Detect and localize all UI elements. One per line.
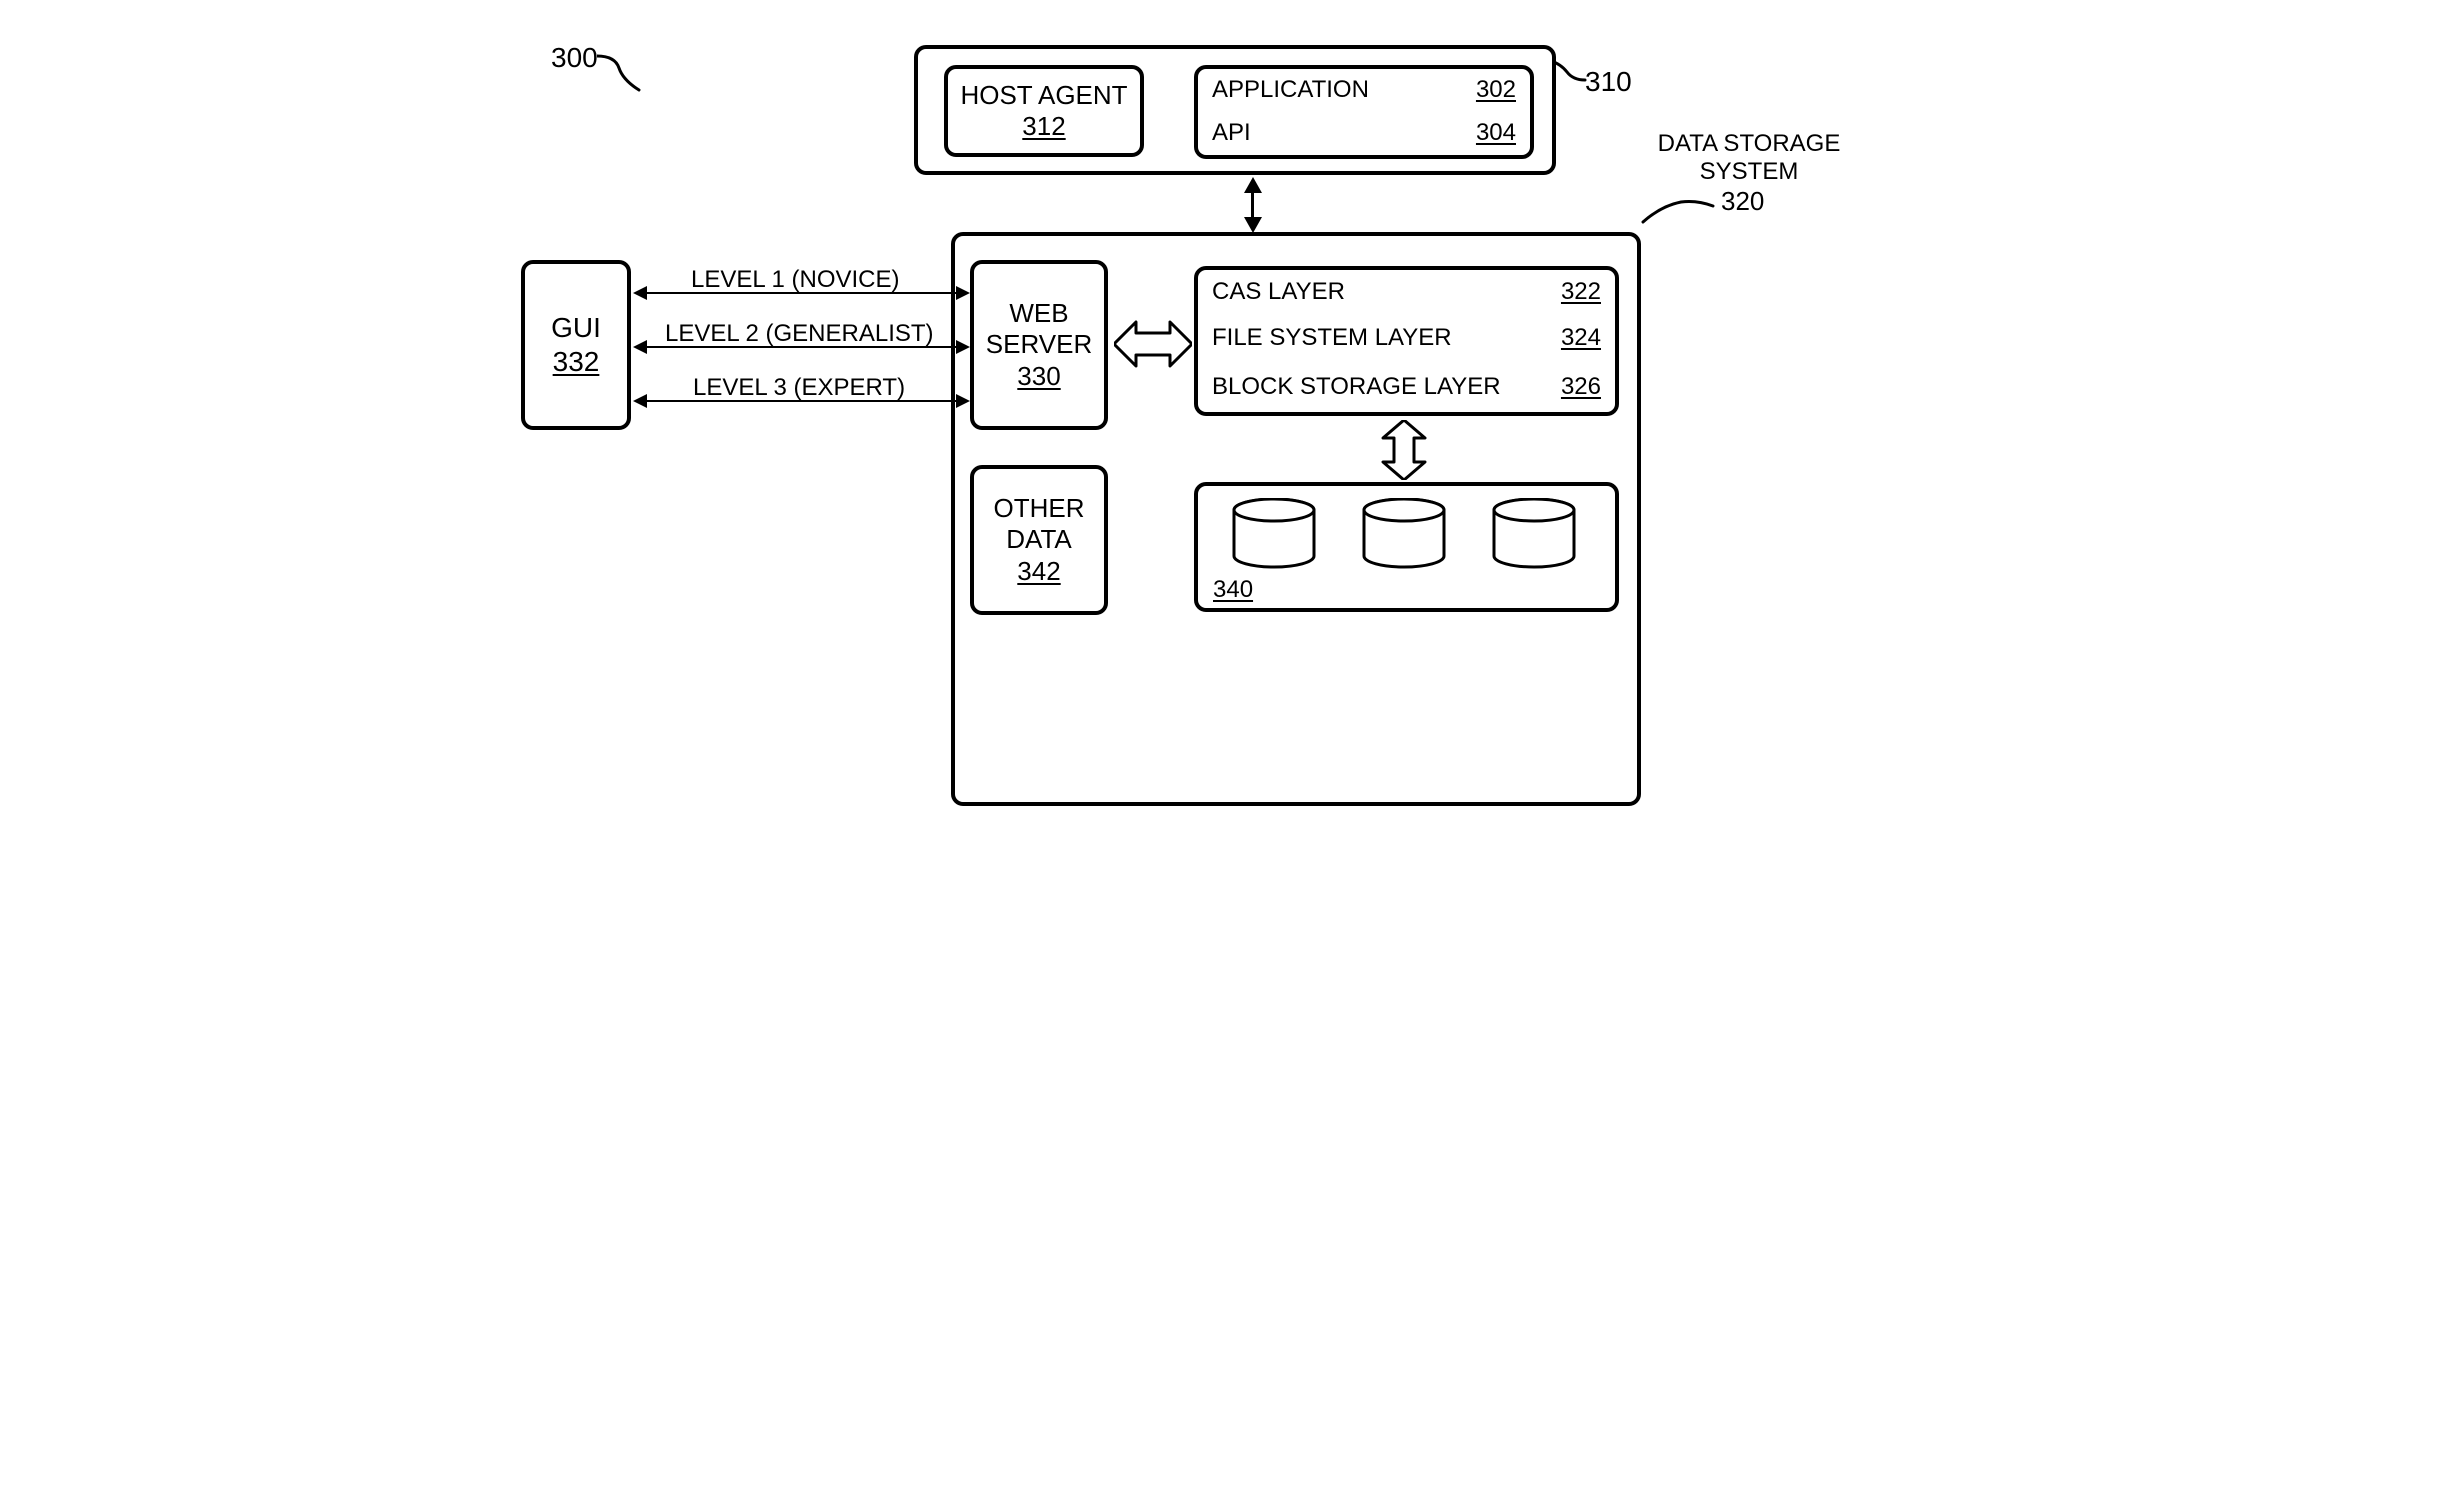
figure-ref-pointer [597,40,647,100]
webserver-layers-arrow-icon [1114,316,1192,372]
host-agent-box: HOST AGENT 312 [944,65,1144,157]
level1-arrow [956,286,970,300]
web-server-box: WEB SERVER 330 [970,260,1108,430]
application-ref: 302 [1476,76,1516,104]
disk-icon [1229,498,1319,570]
gui-label: GUI [551,311,601,345]
web-server-label: WEB SERVER [986,298,1092,360]
api-row: API 304 [1194,110,1534,159]
level2-arrow [956,340,970,354]
block-layer-row: BLOCK STORAGE LAYER 326 [1194,362,1619,416]
cas-layer-row: CAS LAYER 322 [1194,266,1619,318]
data-storage-ref: 320 [1721,186,1764,217]
host-agent-ref: 312 [1022,111,1065,142]
fs-layer-row: FILE SYSTEM LAYER 324 [1194,314,1619,366]
block-layer-ref: 326 [1561,373,1601,401]
disk-array-ref: 340 [1213,576,1253,604]
application-row: APPLICATION 302 [1194,65,1534,114]
block-layer-label: BLOCK STORAGE LAYER [1212,373,1501,401]
cas-layer-ref: 322 [1561,278,1601,306]
fs-layer-ref: 324 [1561,324,1601,352]
host-agent-label: HOST AGENT [960,80,1127,111]
figure-ref-label: 300 [551,42,598,74]
api-label: API [1212,119,1251,147]
other-data-ref: 342 [1017,556,1060,587]
data-storage-title: DATA STORAGE SYSTEM [1639,130,1859,185]
gui-box: GUI 332 [521,260,631,430]
level3-label: LEVEL 3 (EXPERT) [693,374,905,402]
figure-root: 300 310 DATA STORAGE SYSTEM 320 HOST AGE… [489,0,1956,907]
data-storage-pointer [1637,192,1717,232]
other-data-label: OTHER DATA [994,493,1085,555]
level1-label: LEVEL 1 (NOVICE) [691,266,900,294]
fs-layer-label: FILE SYSTEM LAYER [1212,324,1452,352]
application-label: APPLICATION [1212,76,1369,104]
level3-arrow [956,394,970,408]
disk-icon [1359,498,1449,570]
web-server-ref: 330 [1017,361,1060,392]
layers-disks-arrow-icon [1379,420,1429,480]
level2-label: LEVEL 2 (GENERALIST) [665,320,934,348]
cas-layer-label: CAS LAYER [1212,278,1345,306]
host-to-storage-arrow [1244,217,1262,233]
other-data-box: OTHER DATA 342 [970,465,1108,615]
host-to-storage-arrow [1251,190,1254,220]
disk-icon [1489,498,1579,570]
api-ref: 304 [1476,119,1516,147]
gui-ref: 332 [553,345,600,379]
